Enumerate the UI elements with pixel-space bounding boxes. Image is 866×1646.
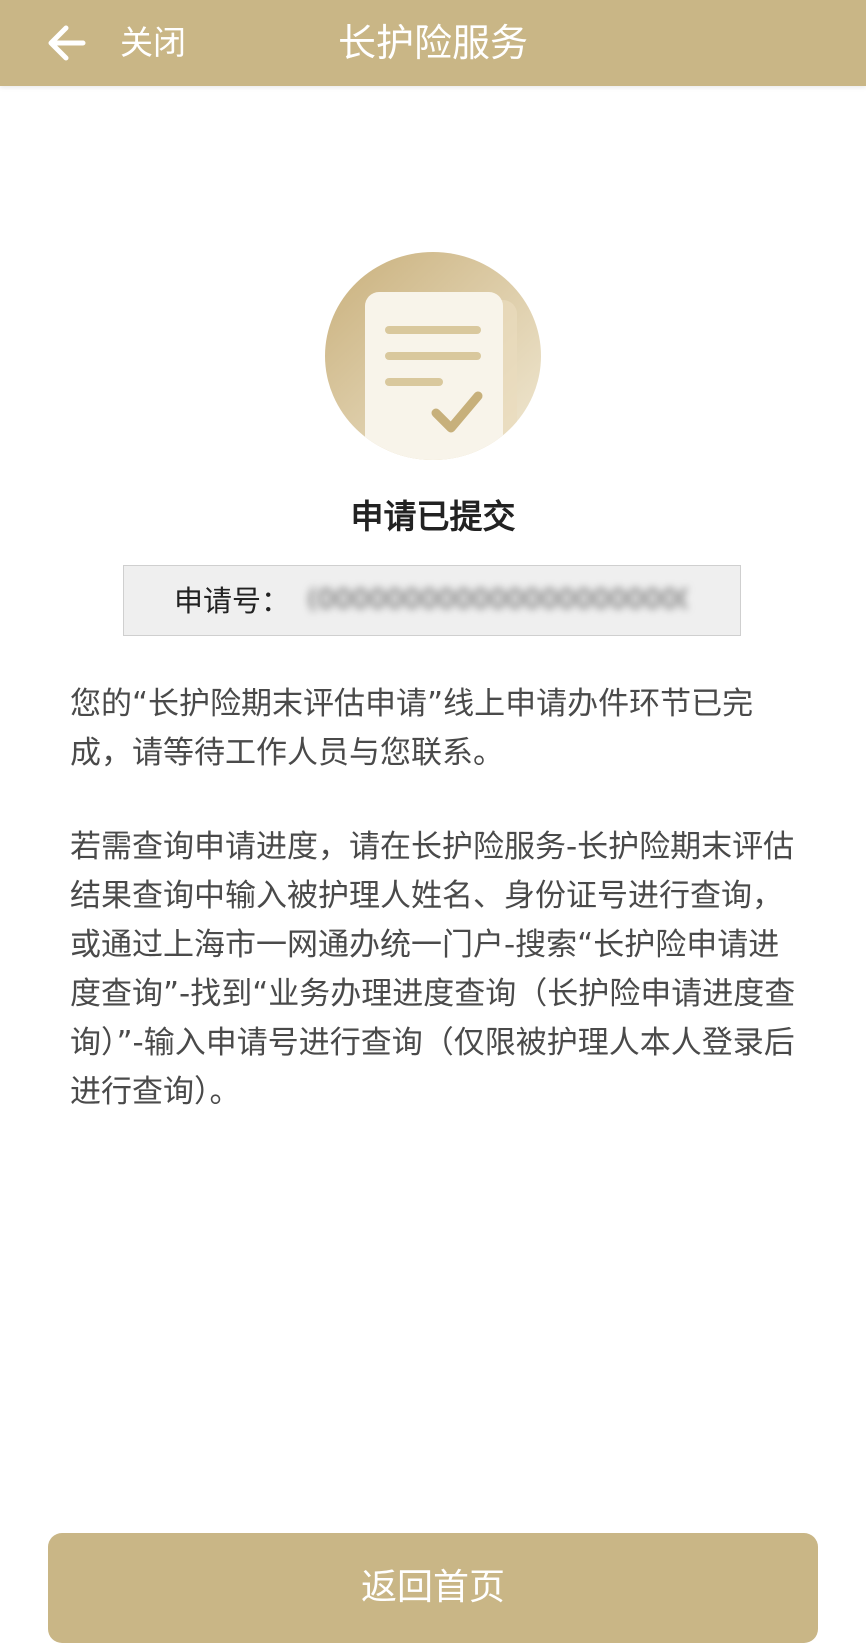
submission-notice: 您的“长护险期末评估申请”线上申请办件环节已完成，请等待工作人员与您联系。	[70, 686, 754, 771]
top-bar: 关闭 长护险服务	[0, 0, 866, 86]
application-number-box: 申请号： (0000000000000000000000	[123, 565, 741, 636]
page-title: 长护险服务	[337, 21, 528, 65]
query-instructions: 若需查询申请进度，请在长护险服务-长护险期末评估结果查询中输入被护理人姓名、身份…	[70, 829, 796, 1110]
status-title: 申请已提交	[350, 497, 516, 536]
close-button[interactable]: 关闭	[120, 20, 186, 66]
arrow-left-icon	[48, 25, 86, 61]
document-check-icon	[325, 252, 541, 460]
back-button[interactable]	[36, 16, 96, 70]
return-home-button[interactable]: 返回首页	[48, 1533, 818, 1643]
application-number-value: (0000000000000000000000	[307, 584, 687, 615]
application-number-label: 申请号：	[174, 584, 291, 618]
